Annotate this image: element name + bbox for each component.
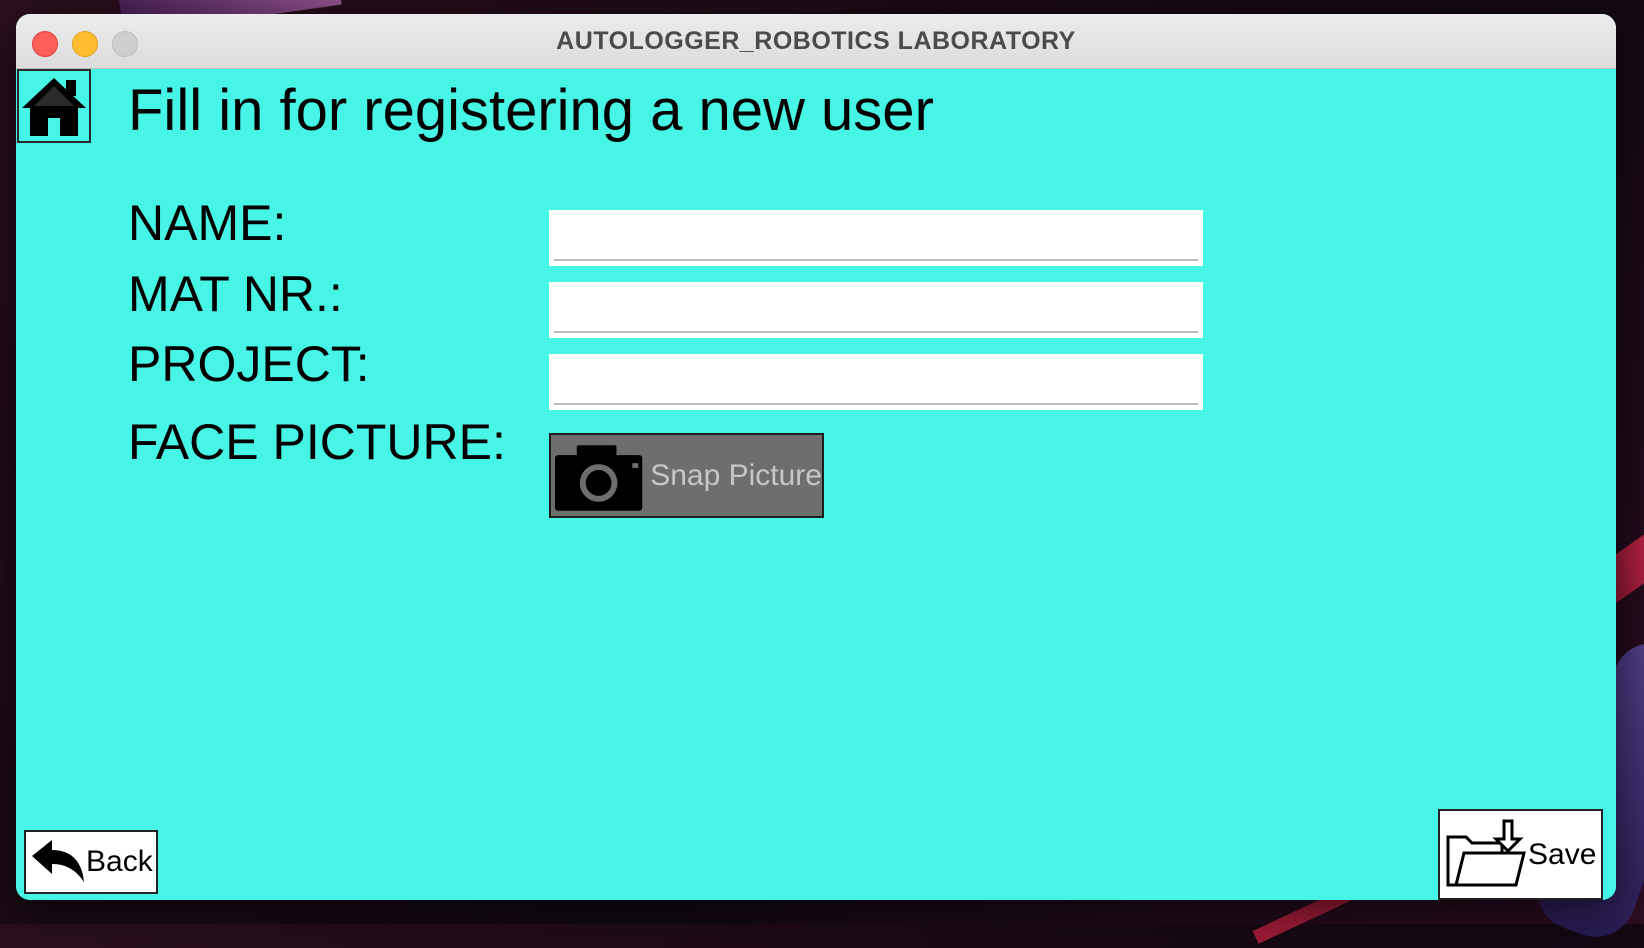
title-bar: AUTOLOGGER_ROBOTICS LABORATORY [16,14,1616,69]
project-label: PROJECT: [128,336,370,392]
home-button[interactable] [17,69,91,143]
page-title: Fill in for registering a new user [128,78,934,143]
save-button[interactable]: Save [1438,809,1603,900]
face-picture-label: FACE PICTURE: [128,414,506,470]
home-icon [22,78,86,136]
back-arrow-icon [32,840,84,882]
mat-nr-label: MAT NR.: [128,266,343,322]
name-label: NAME: [128,195,287,251]
save-label: Save [1528,837,1597,871]
snap-picture-label: Snap Picture [650,458,822,492]
back-button[interactable]: Back [24,830,158,894]
name-input[interactable] [549,210,1203,266]
camera-icon [554,444,643,511]
project-input[interactable] [549,354,1203,410]
app-window: AUTOLOGGER_ROBOTICS LABORATORY Fill in f… [16,14,1616,900]
back-label: Back [86,845,153,878]
folder-save-icon [1446,819,1526,886]
snap-picture-button[interactable]: Snap Picture [549,433,824,518]
registration-panel: Fill in for registering a new user NAME:… [16,69,1616,900]
mat-nr-input[interactable] [549,282,1203,338]
window-title: AUTOLOGGER_ROBOTICS LABORATORY [556,27,1076,55]
